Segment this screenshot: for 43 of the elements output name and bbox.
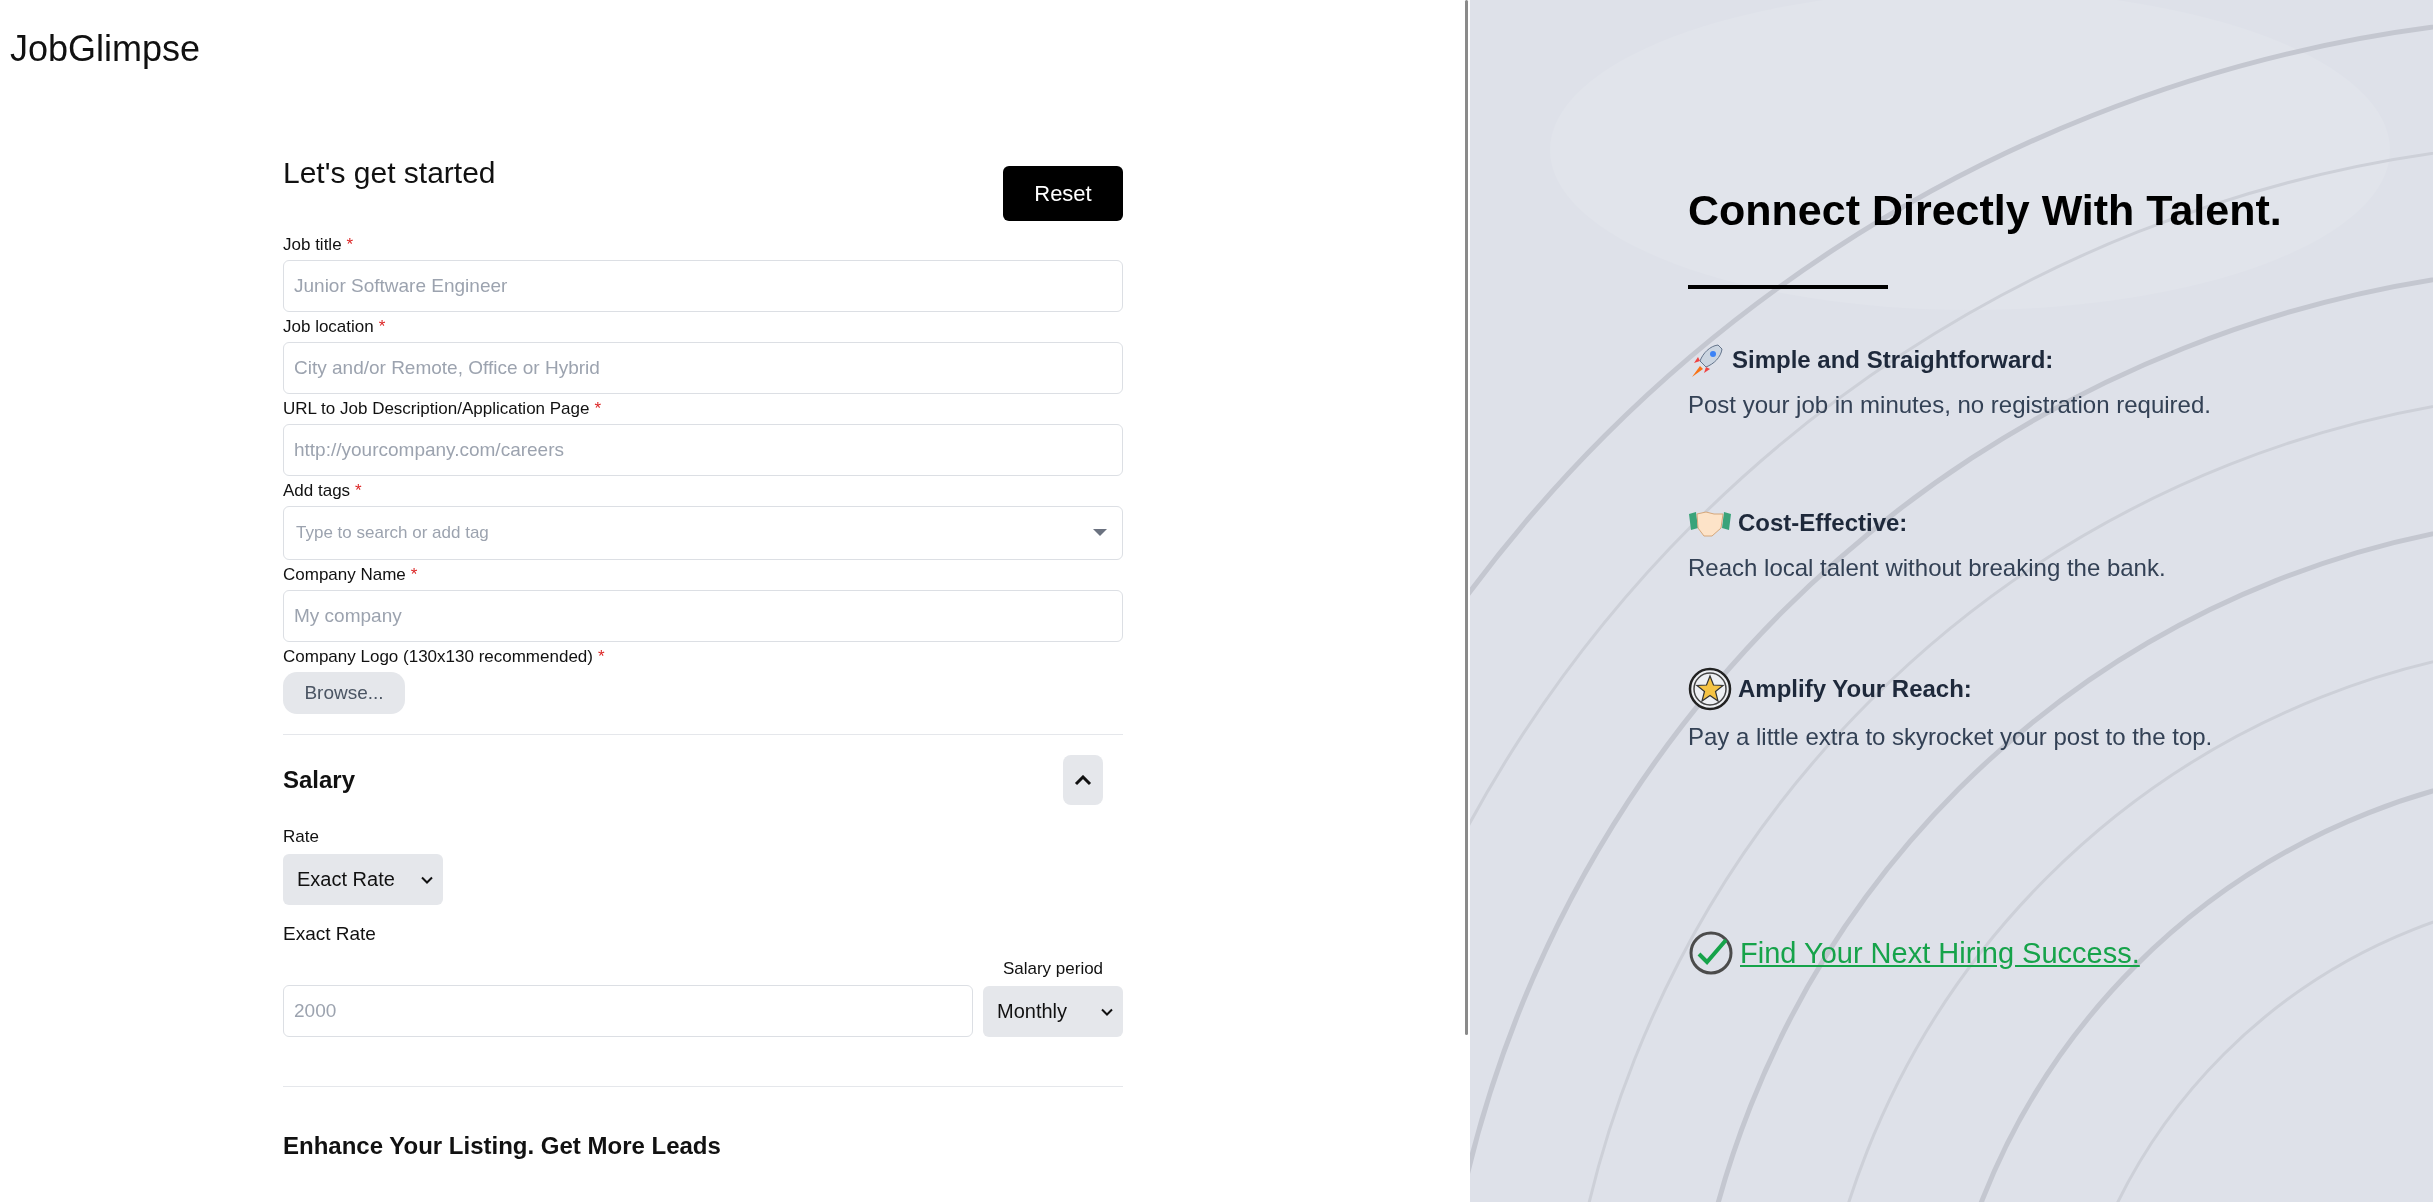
logo[interactable]: JobGlimpse <box>10 28 201 70</box>
required-mark: * <box>410 565 418 585</box>
feature-text: Pay a little extra to skyrocket your post to the top. <box>1688 723 2214 751</box>
caret-icon <box>421 875 433 884</box>
form-heading: Let's get started <box>283 156 496 190</box>
input-field[interactable]: http://yourcompany.com/careers <box>283 424 1123 476</box>
field-label: Job title <box>283 235 342 255</box>
field-label: Company Name <box>283 565 406 585</box>
feature-text: Reach local talent without breaking the bank. <box>1688 554 2167 582</box>
required-mark: * <box>355 481 362 501</box>
input-field[interactable]: Junior Software Engineer <box>283 260 1123 312</box>
field-label: Company Logo (130x130 recommended) <box>283 647 593 667</box>
section-title: Salary <box>283 766 356 794</box>
feature-title: Cost-Effective: <box>1738 509 1908 537</box>
required-mark: * <box>594 399 602 419</box>
scrollbar[interactable] <box>1465 0 1468 1035</box>
reset-button[interactable]: Reset <box>1003 166 1123 221</box>
feature-title: Simple and Straightforward: <box>1732 346 2054 374</box>
input-field[interactable]: City and/or Remote, Office or Hybrid <box>283 342 1123 394</box>
feature-title: Amplify Your Reach: <box>1738 675 1972 703</box>
field-label: Rate <box>283 827 320 847</box>
required-mark: * <box>597 647 605 667</box>
caret-icon <box>1093 529 1107 537</box>
field-label: Job location <box>283 317 374 337</box>
field-label: Add tags <box>283 481 351 501</box>
field-label: Salary period <box>1002 959 1104 979</box>
field-label: Exact Rate <box>283 923 377 945</box>
section-title: Enhance Your Listing. Get More Leads <box>283 1132 722 1160</box>
rate-select[interactable]: Exact Rate <box>283 854 443 905</box>
promo-heading: Connect Directly With Talent. <box>1688 186 2283 235</box>
required-mark: * <box>346 235 354 255</box>
required-mark: * <box>378 317 386 337</box>
input-field[interactable]: My company <box>283 590 1123 642</box>
period-select[interactable]: Monthly <box>983 986 1123 1037</box>
amount-field[interactable]: 2000 <box>283 985 973 1037</box>
caret-icon <box>1101 1007 1113 1016</box>
collapse-button[interactable] <box>1063 755 1103 805</box>
tags-field[interactable]: Type to search or add tag <box>283 506 1123 560</box>
feature-text: Post your job in minutes, no registration required. <box>1688 391 2212 419</box>
browse-button[interactable]: Browse... <box>283 672 405 714</box>
field-label: URL to Job Description/Application Page <box>283 399 590 419</box>
check-circle-icon <box>1688 930 1734 976</box>
chevron-icon <box>1074 774 1092 786</box>
